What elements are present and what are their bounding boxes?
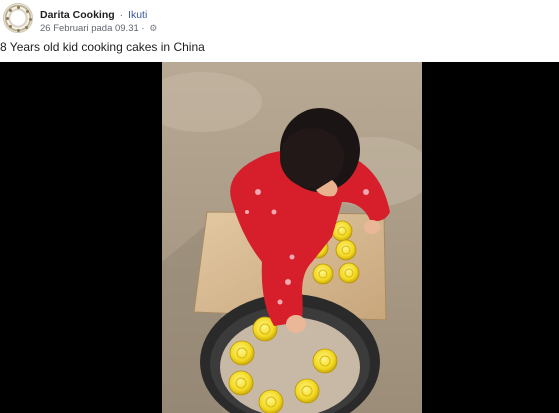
author-line: Darita Cooking · Ikuti	[40, 9, 147, 21]
gear-icon: ⚙	[149, 23, 158, 33]
video-frame[interactable]	[162, 62, 422, 413]
follow-link[interactable]: Ikuti	[128, 9, 147, 21]
separator: ·	[119, 9, 124, 21]
page-name-link[interactable]: Darita Cooking	[40, 9, 115, 21]
timestamp-link[interactable]: 26 Februari pada 09.31 ·	[40, 23, 145, 34]
video-player[interactable]	[0, 62, 559, 413]
page-avatar[interactable]	[3, 3, 33, 33]
post-header: Darita Cooking · Ikuti 26 Februari pada …	[0, 0, 559, 38]
post-caption: 8 Years old kid cooking cakes in China	[0, 40, 205, 54]
post-meta: 26 Februari pada 09.31 · ⚙	[40, 23, 157, 34]
video-frame-illustration	[162, 62, 422, 413]
